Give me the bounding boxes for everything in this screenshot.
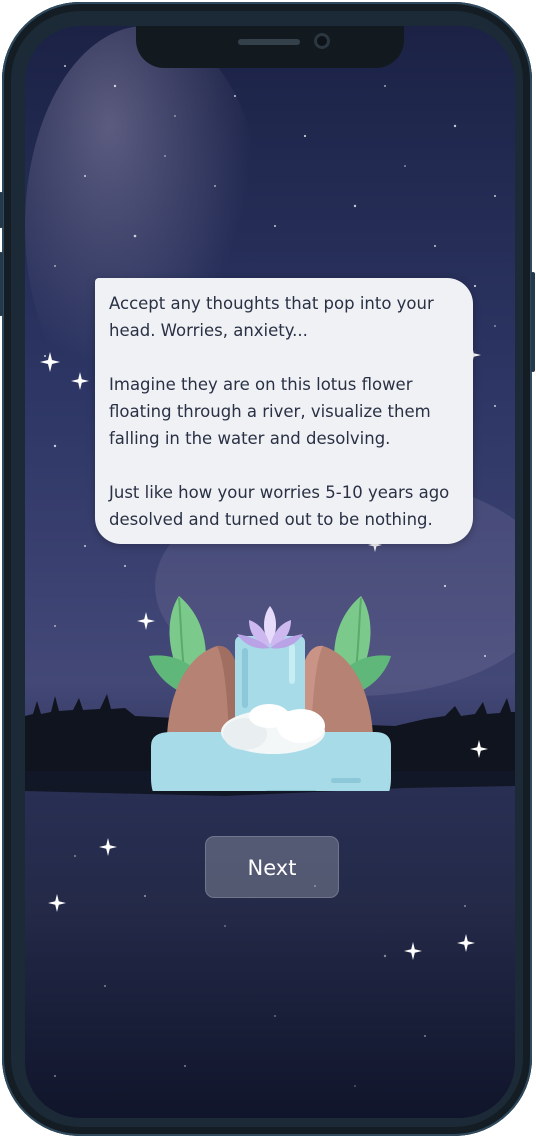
message-paragraph: Accept any thoughts that pop into your h…: [109, 294, 434, 340]
sparkle-icon: [48, 894, 66, 912]
message-paragraph: Just like how your worries 5-10 years ag…: [109, 483, 450, 529]
side-button: [0, 192, 3, 228]
app-screen: Accept any thoughts that pop into your h…: [25, 26, 515, 1118]
night-sky-background: [25, 26, 515, 1118]
message-bubble: Accept any thoughts that pop into your h…: [95, 278, 473, 544]
message-paragraph: Imagine they are on this lotus flower fl…: [109, 375, 431, 448]
phone-frame: Accept any thoughts that pop into your h…: [0, 2, 535, 1136]
side-button: [531, 272, 535, 372]
phone-notch: [136, 26, 404, 68]
sparkle-icon: [71, 372, 89, 390]
waterfall-lotus-illustration: [149, 596, 391, 791]
sparkle-icon: [404, 942, 422, 960]
sparkle-icon: [40, 352, 60, 372]
side-button: [0, 252, 3, 316]
camera-icon: [314, 33, 330, 49]
sparkle-icon: [470, 740, 488, 758]
sparkle-icon: [99, 838, 117, 856]
next-button[interactable]: Next: [205, 836, 339, 898]
speaker-grille: [238, 39, 300, 45]
sparkle-icon: [457, 934, 475, 952]
